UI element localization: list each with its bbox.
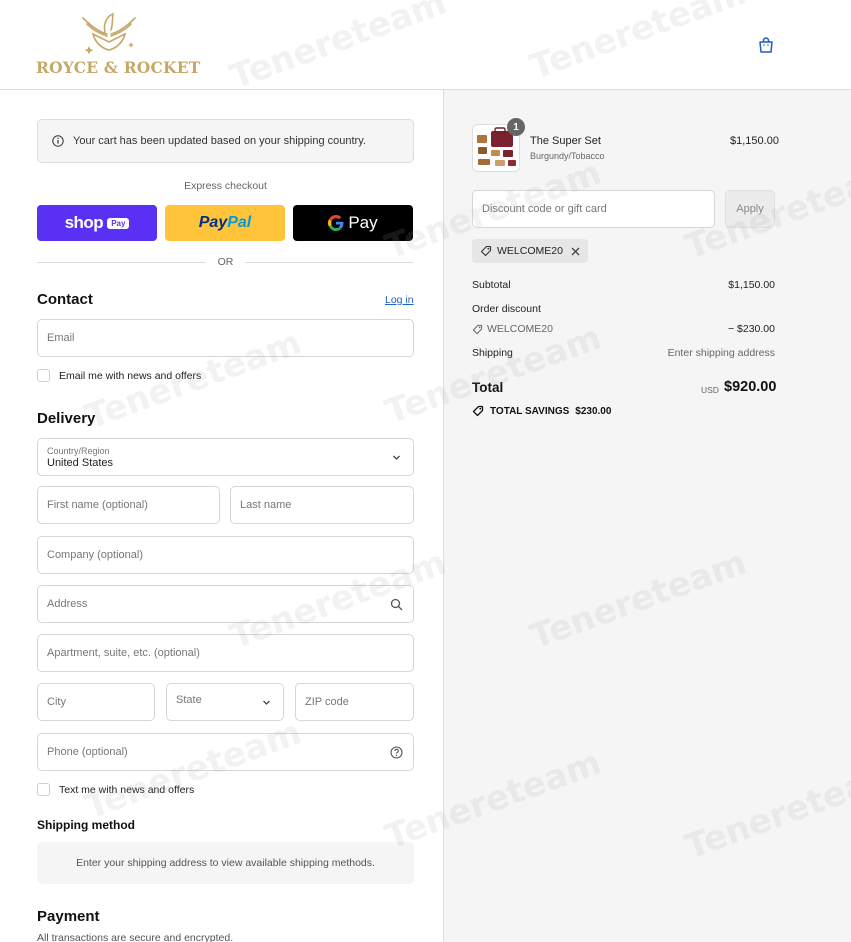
search-icon bbox=[390, 598, 403, 611]
shop-pay-badge: Pay bbox=[107, 217, 130, 229]
first-name-input[interactable]: First name (optional) bbox=[37, 486, 220, 524]
email-news-checkbox-row[interactable]: Email me with news and offers bbox=[37, 369, 201, 382]
zip-input[interactable]: ZIP code bbox=[295, 683, 414, 721]
phone-placeholder: Phone (optional) bbox=[47, 746, 128, 758]
total-value: $920.00 bbox=[724, 379, 777, 395]
divider-line bbox=[245, 261, 414, 263]
google-pay-wordmark: Pay bbox=[348, 213, 378, 232]
tag-icon bbox=[472, 405, 484, 417]
shop-pay-wordmark: shop bbox=[64, 213, 104, 232]
payment-subtitle: All transactions are secure and encrypte… bbox=[37, 932, 234, 942]
sms-news-label: Text me with news and offers bbox=[59, 783, 195, 796]
country-value: United States bbox=[47, 456, 114, 469]
quantity-badge: 1 bbox=[507, 118, 525, 136]
info-icon bbox=[52, 135, 64, 147]
total-savings-label: TOTAL SAVINGS bbox=[490, 405, 570, 417]
state-select[interactable]: State bbox=[166, 683, 284, 721]
total-savings-value: $230.00 bbox=[575, 405, 612, 417]
or-divider: OR bbox=[37, 255, 414, 269]
country-select[interactable]: Country/Region United States bbox=[37, 438, 414, 476]
express-checkout-label: Express checkout bbox=[184, 180, 267, 192]
paypal-pal-text: Pal bbox=[227, 214, 252, 231]
company-input[interactable]: Company (optional) bbox=[37, 536, 414, 574]
contact-title: Contact bbox=[37, 291, 93, 308]
state-placeholder: State bbox=[176, 694, 202, 706]
paypal-pay-text: Pay bbox=[198, 214, 228, 231]
product-name: The Super Set bbox=[530, 135, 601, 147]
remove-discount-icon[interactable] bbox=[571, 247, 580, 256]
pegasus-logo-icon bbox=[82, 12, 136, 55]
shop-pay-button[interactable]: shop Pay bbox=[37, 205, 157, 241]
product-variant: Burgundy/Tobacco bbox=[530, 151, 605, 161]
address-placeholder: Address bbox=[47, 598, 88, 610]
shopping-bag-icon[interactable] bbox=[757, 36, 775, 54]
order-discount-value: − $230.00 bbox=[727, 323, 775, 335]
or-text: OR bbox=[217, 256, 234, 268]
paypal-button[interactable]: PayPal bbox=[165, 205, 285, 241]
divider-line bbox=[37, 261, 206, 263]
tag-icon bbox=[472, 324, 483, 334]
header: ROYCE & ROCKET bbox=[0, 0, 851, 90]
shipping-method-placeholder: Enter your shipping address to view avai… bbox=[37, 842, 414, 884]
cart-updated-notice: Your cart has been updated based on your… bbox=[37, 119, 414, 163]
logo-text: ROYCE & ROCKET bbox=[36, 58, 201, 77]
phone-input[interactable]: Phone (optional) bbox=[37, 733, 414, 771]
product-price: $1,150.00 bbox=[730, 135, 779, 147]
chevron-down-icon bbox=[393, 455, 400, 460]
chevron-down-icon bbox=[263, 700, 270, 705]
total-savings: TOTAL SAVINGS $230.00 bbox=[472, 405, 611, 417]
email-news-checkbox[interactable] bbox=[37, 369, 50, 382]
apply-discount-button[interactable]: Apply bbox=[725, 190, 775, 228]
google-pay-button[interactable]: Pay bbox=[293, 205, 413, 241]
applied-discount-code: WELCOME20 bbox=[497, 245, 563, 257]
sms-news-checkbox[interactable] bbox=[37, 783, 50, 796]
help-icon[interactable] bbox=[390, 746, 403, 759]
city-input[interactable]: City bbox=[37, 683, 155, 721]
login-link[interactable]: Log in bbox=[385, 294, 414, 306]
delivery-title: Delivery bbox=[37, 410, 96, 427]
shipping-value: Enter shipping address bbox=[667, 347, 775, 359]
country-label: Country/Region bbox=[47, 445, 110, 456]
applied-discount-chip: WELCOME20 bbox=[472, 239, 588, 263]
order-discount-label: Order discount bbox=[472, 303, 541, 315]
order-discount-code-text: WELCOME20 bbox=[487, 323, 553, 335]
address-input[interactable]: Address bbox=[37, 585, 414, 623]
total-label: Total bbox=[472, 380, 504, 395]
sms-news-checkbox-row[interactable]: Text me with news and offers bbox=[37, 783, 194, 796]
paypal-wordmark: PayPal bbox=[199, 214, 251, 232]
store-logo[interactable]: ROYCE & ROCKET bbox=[36, 12, 201, 78]
google-g-icon bbox=[328, 215, 344, 231]
last-name-input[interactable]: Last name bbox=[230, 486, 414, 524]
total-currency: USD bbox=[701, 385, 719, 395]
payment-title: Payment bbox=[37, 908, 100, 925]
apartment-input[interactable]: Apartment, suite, etc. (optional) bbox=[37, 634, 414, 672]
tag-icon bbox=[480, 245, 492, 257]
shipping-label: Shipping bbox=[472, 347, 513, 359]
subtotal-label: Subtotal bbox=[472, 279, 511, 291]
discount-code-input[interactable]: Discount code or gift card bbox=[472, 190, 715, 228]
checkout-form-column: Your cart has been updated based on your… bbox=[0, 90, 443, 942]
subtotal-value: $1,150.00 bbox=[728, 279, 775, 291]
notice-text: Your cart has been updated based on your… bbox=[73, 135, 366, 147]
order-discount-code: WELCOME20 bbox=[472, 323, 553, 335]
email-input[interactable]: Email bbox=[37, 319, 414, 357]
email-news-label: Email me with news and offers bbox=[59, 369, 202, 382]
shipping-method-title: Shipping method bbox=[37, 818, 135, 832]
